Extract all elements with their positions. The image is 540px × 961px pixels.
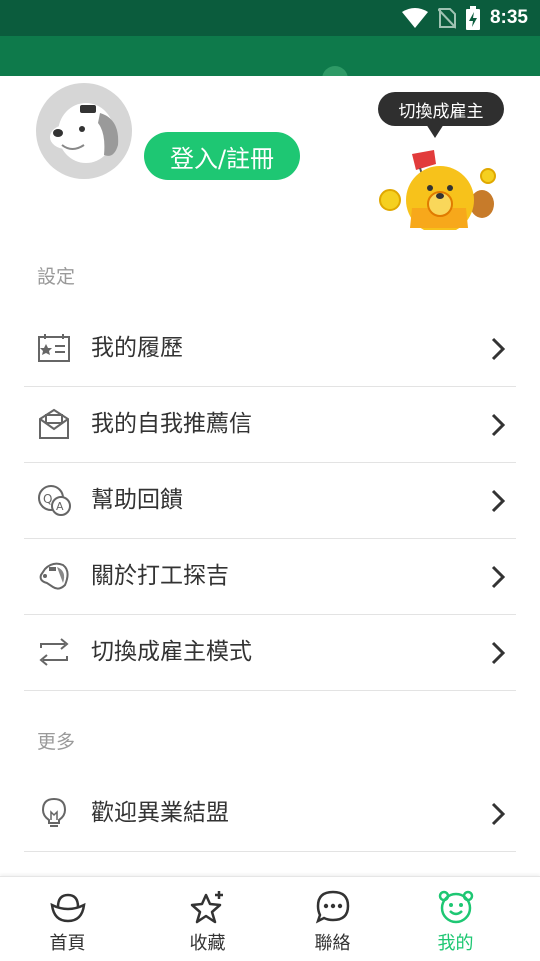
menu-item-switch-employer-mode[interactable]: 切換成雇主模式 xyxy=(24,615,516,691)
avatar[interactable] xyxy=(36,83,132,179)
nav-label: 首頁 xyxy=(49,933,86,954)
chevron-right-icon xyxy=(491,641,506,665)
menu-item-label: 關於打工探吉 xyxy=(91,563,229,589)
star-add-icon xyxy=(190,891,223,924)
login-register-button[interactable]: 登入/註冊 xyxy=(144,132,300,180)
nav-label: 我的 xyxy=(437,933,474,954)
menu-item-partnership[interactable]: 歡迎異業結盟 xyxy=(24,776,516,852)
nav-tab-mine[interactable]: 我的 xyxy=(388,877,523,961)
settings-section-label: 設定 xyxy=(37,266,76,288)
swap-arrows-icon xyxy=(39,638,69,666)
menu-item-label: 切換成雇主模式 xyxy=(91,639,252,665)
menu-item-self-recommendation[interactable]: 我的自我推薦信 xyxy=(24,387,516,463)
more-section-label: 更多 xyxy=(37,731,76,753)
chevron-right-icon xyxy=(491,337,506,361)
menu-item-label: 我的自我推薦信 xyxy=(91,411,252,437)
resume-icon xyxy=(38,334,70,362)
app-bar xyxy=(0,36,540,86)
status-bar: 8:35 xyxy=(0,0,540,36)
menu-item-label: 歡迎異業結盟 xyxy=(91,800,229,826)
battery-charging-icon xyxy=(465,6,480,30)
chevron-right-icon xyxy=(491,802,506,826)
qa-feedback-icon: Q A xyxy=(38,485,71,516)
chevron-right-icon xyxy=(491,413,506,437)
nav-tab-home[interactable]: 首頁 xyxy=(0,877,135,961)
menu-item-label: 幫助回饋 xyxy=(91,487,183,513)
switch-employer-bubble[interactable]: 切換成雇主 xyxy=(378,92,504,126)
ingot-icon xyxy=(50,893,86,923)
chevron-right-icon xyxy=(491,565,506,589)
lightbulb-icon xyxy=(41,797,67,827)
bubble-tail xyxy=(426,124,444,138)
nav-label: 聯絡 xyxy=(314,933,351,954)
menu-item-my-resume[interactable]: 我的履歷 xyxy=(24,311,516,387)
bear-face-icon xyxy=(438,890,474,924)
bottom-navigation: 首頁 收藏 聯絡 我的 xyxy=(0,876,540,961)
no-sim-icon xyxy=(437,8,456,29)
menu-item-about[interactable]: 關於打工探吉 xyxy=(24,539,516,615)
dog-avatar-icon xyxy=(50,103,119,163)
nav-tab-contact[interactable]: 聯絡 xyxy=(265,877,400,961)
menu-item-help-feedback[interactable]: Q A 幫助回饋 xyxy=(24,463,516,539)
wifi-icon xyxy=(401,8,428,28)
chat-icon xyxy=(315,890,350,924)
svg-text:A: A xyxy=(56,500,64,513)
profile-page: 登入/註冊 切換成雇主 設定 我的履歷 我的自我推薦信 Q A 幫助回饋 關於打… xyxy=(0,76,540,876)
boss-mascot-icon[interactable] xyxy=(376,148,500,230)
nav-label: 收藏 xyxy=(189,933,226,954)
envelope-icon xyxy=(39,408,69,439)
clock: 8:35 xyxy=(489,7,528,28)
nav-tab-favorites[interactable]: 收藏 xyxy=(140,877,275,961)
dog-head-icon xyxy=(39,562,69,590)
menu-item-label: 我的履歷 xyxy=(91,335,183,361)
chevron-right-icon xyxy=(491,489,506,513)
svg-text:Q: Q xyxy=(43,492,52,506)
